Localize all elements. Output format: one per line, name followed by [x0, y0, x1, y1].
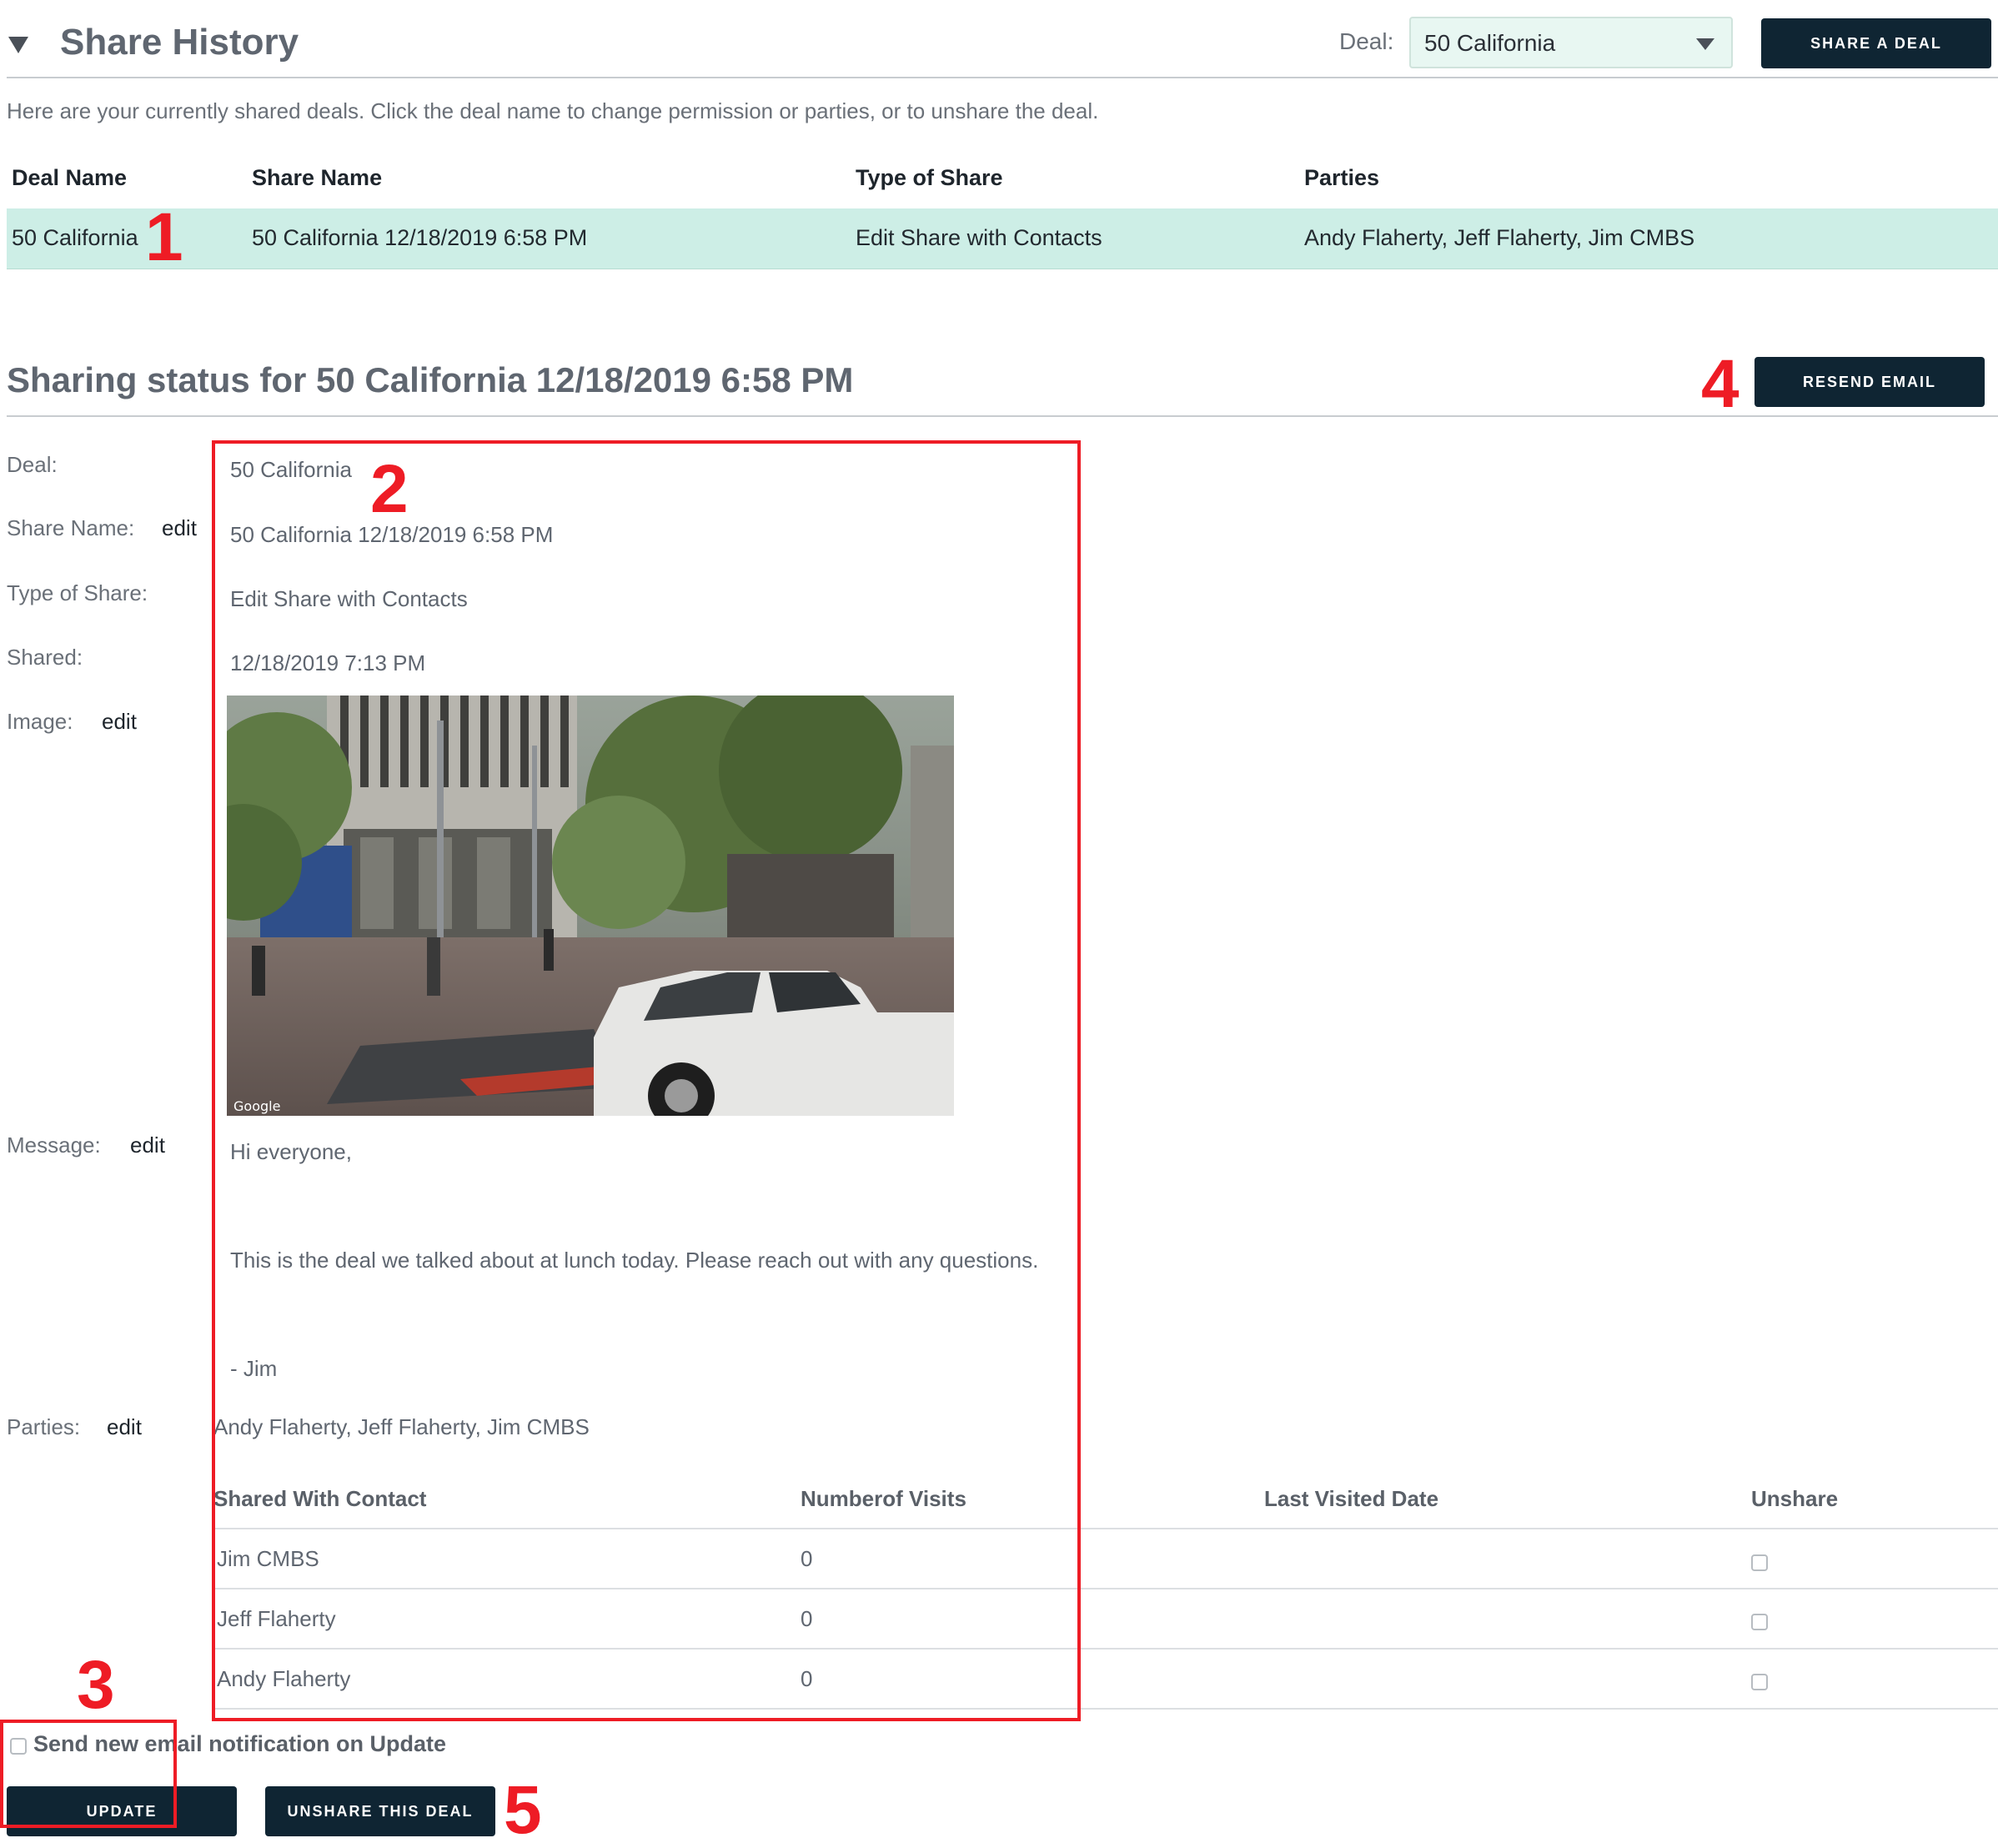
col-share-name: Share Name	[252, 165, 383, 190]
parties-label: Parties:	[7, 1414, 81, 1439]
annotation-number-2: 2	[370, 451, 409, 527]
edit-message-link[interactable]: edit	[130, 1132, 165, 1158]
image-label: Image:	[7, 709, 73, 734]
type-of-share-label: Type of Share:	[7, 580, 148, 605]
col-parties: Parties	[1304, 165, 1380, 190]
chevron-down-icon	[1696, 38, 1714, 50]
share-name-cell: 50 California 12/18/2019 6:58 PM	[252, 225, 588, 250]
resend-email-button[interactable]: RESEND EMAIL	[1755, 357, 1985, 407]
col-unshare: Unshare	[1751, 1486, 1839, 1511]
deal-filter-label: Deal:	[1339, 28, 1394, 54]
unshare-this-deal-button[interactable]: UNSHARE THIS DEAL	[265, 1786, 495, 1836]
edit-share-name-link[interactable]: edit	[162, 515, 197, 541]
annotation-number-5: 5	[504, 1772, 542, 1848]
share-a-deal-button[interactable]: SHARE A DEAL	[1761, 18, 1991, 68]
annotation-number-1: 1	[145, 199, 183, 275]
intro-text: Here are your currently shared deals. Cl…	[7, 98, 1099, 123]
type-of-share-cell: Edit Share with Contacts	[856, 225, 1102, 250]
annotation-box-3	[0, 1720, 177, 1828]
annotation-number-3: 3	[77, 1647, 115, 1723]
message-label: Message:	[7, 1132, 101, 1158]
annotation-number-4: 4	[1701, 346, 1739, 422]
unshare-checkbox[interactable]	[1751, 1614, 1768, 1630]
deal-name-link[interactable]: 50 California	[12, 225, 138, 251]
annotation-box-2	[212, 440, 1081, 1721]
sharing-status-title: Sharing status for 50 California 12/18/2…	[7, 360, 854, 399]
share-name-label: Share Name:	[7, 515, 135, 540]
deal-label: Deal:	[7, 452, 58, 477]
unshare-checkbox[interactable]	[1751, 1554, 1768, 1571]
deal-select-value: 50 California	[1424, 30, 1556, 56]
col-deal-name: Deal Name	[12, 165, 128, 190]
col-type-of-share: Type of Share	[856, 165, 1003, 190]
deal-select[interactable]: 50 California	[1409, 17, 1733, 68]
col-last-visited-date: Last Visited Date	[1264, 1486, 1439, 1511]
parties-cell: Andy Flaherty, Jeff Flaherty, Jim CMBS	[1304, 225, 1695, 250]
section-divider	[7, 415, 1998, 417]
header-divider	[7, 77, 1998, 78]
shared-label: Shared:	[7, 645, 83, 670]
page-title: Share History	[60, 22, 299, 63]
edit-parties-link[interactable]: edit	[107, 1414, 142, 1440]
unshare-checkbox[interactable]	[1751, 1674, 1768, 1690]
edit-image-link[interactable]: edit	[102, 709, 137, 735]
collapse-triangle-icon[interactable]	[8, 37, 28, 53]
